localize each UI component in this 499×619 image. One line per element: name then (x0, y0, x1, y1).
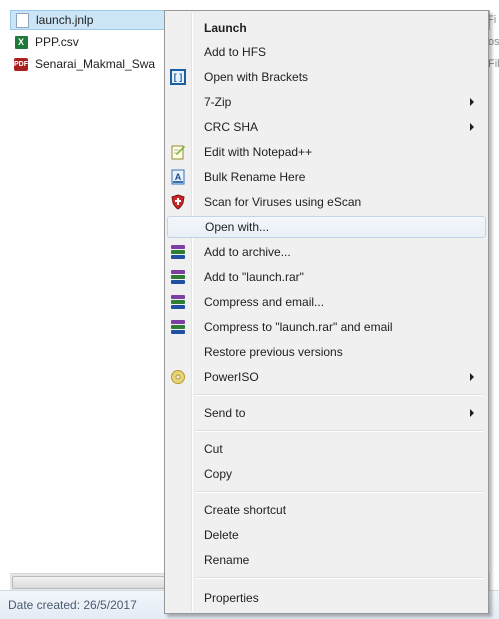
menu-item-cut[interactable]: Cut (167, 438, 486, 460)
winrar-icon (170, 269, 186, 285)
svg-text:A: A (175, 172, 182, 182)
menu-item-scan-for-viruses-escan[interactable]: Scan for Viruses using eScan (167, 191, 486, 213)
menu-item-label: Copy (204, 467, 233, 481)
menu-item-delete[interactable]: Delete (167, 524, 486, 546)
date-created-text: Date created: 26/5/2017 (8, 598, 137, 612)
menu-item-label: Edit with Notepad++ (204, 145, 313, 159)
menu-item-properties[interactable]: Properties (167, 587, 486, 609)
file-name: launch.jnlp (36, 13, 94, 27)
menu-separator (195, 491, 484, 493)
menu-separator (195, 577, 484, 579)
menu-item-edit-with-notepad-plus-plus[interactable]: Edit with Notepad++ (167, 141, 486, 163)
menu-item-label: Launch (204, 21, 247, 35)
menu-item-compress-to-launch-rar-and-email[interactable]: Compress to "launch.rar" and email (167, 316, 486, 338)
menu-item-add-to-archive[interactable]: Add to archive... (167, 241, 486, 263)
bulk-rename-icon: A (170, 169, 186, 185)
menu-item-label: Compress to "launch.rar" and email (204, 320, 393, 334)
brackets-icon: [ ] (170, 69, 186, 85)
menu-item-open-with[interactable]: Open with... (167, 216, 486, 238)
menu-item-create-shortcut[interactable]: Create shortcut (167, 499, 486, 521)
menu-item-label: Rename (204, 553, 250, 567)
menu-item-label: Cut (204, 442, 223, 456)
menu-item-compress-and-email[interactable]: Compress and email... (167, 291, 486, 313)
menu-item-label: Scan for Viruses using eScan (204, 195, 362, 209)
jnlp-file-icon (15, 12, 29, 28)
menu-item-label: Add to HFS (204, 45, 267, 59)
menu-item-send-to[interactable]: Send to (167, 402, 486, 424)
menu-separator (195, 430, 484, 432)
submenu-arrow-icon (470, 98, 474, 106)
winrar-icon (170, 319, 186, 335)
submenu-arrow-icon (470, 373, 474, 381)
scrollbar-thumb[interactable] (12, 576, 174, 589)
winrar-icon (170, 294, 186, 310)
menu-item-label: Bulk Rename Here (204, 170, 306, 184)
menu-item-bulk-rename-here[interactable]: A Bulk Rename Here (167, 166, 486, 188)
menu-item-label: Add to "launch.rar" (204, 270, 304, 284)
menu-item-label: Add to archive... (204, 245, 291, 259)
menu-item-label: PowerISO (204, 370, 259, 384)
menu-item-open-with-brackets[interactable]: [ ] Open with Brackets (167, 66, 486, 88)
menu-item-label: Delete (204, 528, 239, 542)
column-text-fragment: os (488, 36, 499, 48)
menu-item-7zip[interactable]: 7-Zip (167, 91, 486, 113)
menu-item-label: Create shortcut (204, 503, 287, 517)
excel-file-icon: X (14, 35, 28, 49)
menu-item-label: Compress and email... (204, 295, 325, 309)
menu-separator (195, 394, 484, 396)
menu-item-copy[interactable]: Copy (167, 463, 486, 485)
menu-item-label: Send to (204, 406, 246, 420)
notepad-plus-plus-icon (170, 144, 186, 160)
menu-item-label: CRC SHA (204, 120, 259, 134)
menu-item-launch[interactable]: Launch (167, 17, 486, 39)
menu-item-add-to-launch-rar[interactable]: Add to "launch.rar" (167, 266, 486, 288)
escan-shield-icon (170, 194, 186, 210)
menu-item-label: Properties (204, 591, 259, 605)
context-menu: Launch Add to HFS [ ] Open with Brackets… (164, 10, 489, 614)
column-text-fragment: Fil (488, 58, 499, 70)
submenu-arrow-icon (470, 123, 474, 131)
menu-item-label: 7-Zip (204, 95, 232, 109)
menu-item-poweriso[interactable]: PowerISO (167, 366, 486, 388)
menu-item-label: Restore previous versions (204, 345, 343, 359)
pdf-file-icon: PDF (14, 57, 28, 71)
file-name: Senarai_Makmal_Swa (35, 57, 156, 71)
file-name: PPP.csv (35, 35, 79, 49)
menu-item-crc-sha[interactable]: CRC SHA (167, 116, 486, 138)
submenu-arrow-icon (470, 409, 474, 417)
menu-item-rename[interactable]: Rename (167, 549, 486, 571)
menu-item-restore-previous-versions[interactable]: Restore previous versions (167, 341, 486, 363)
menu-item-add-to-hfs[interactable]: Add to HFS (167, 41, 486, 63)
poweriso-disc-icon (170, 369, 186, 385)
winrar-icon (170, 244, 186, 260)
menu-item-label: Open with Brackets (204, 70, 309, 84)
menu-item-label: Open with... (205, 220, 270, 234)
